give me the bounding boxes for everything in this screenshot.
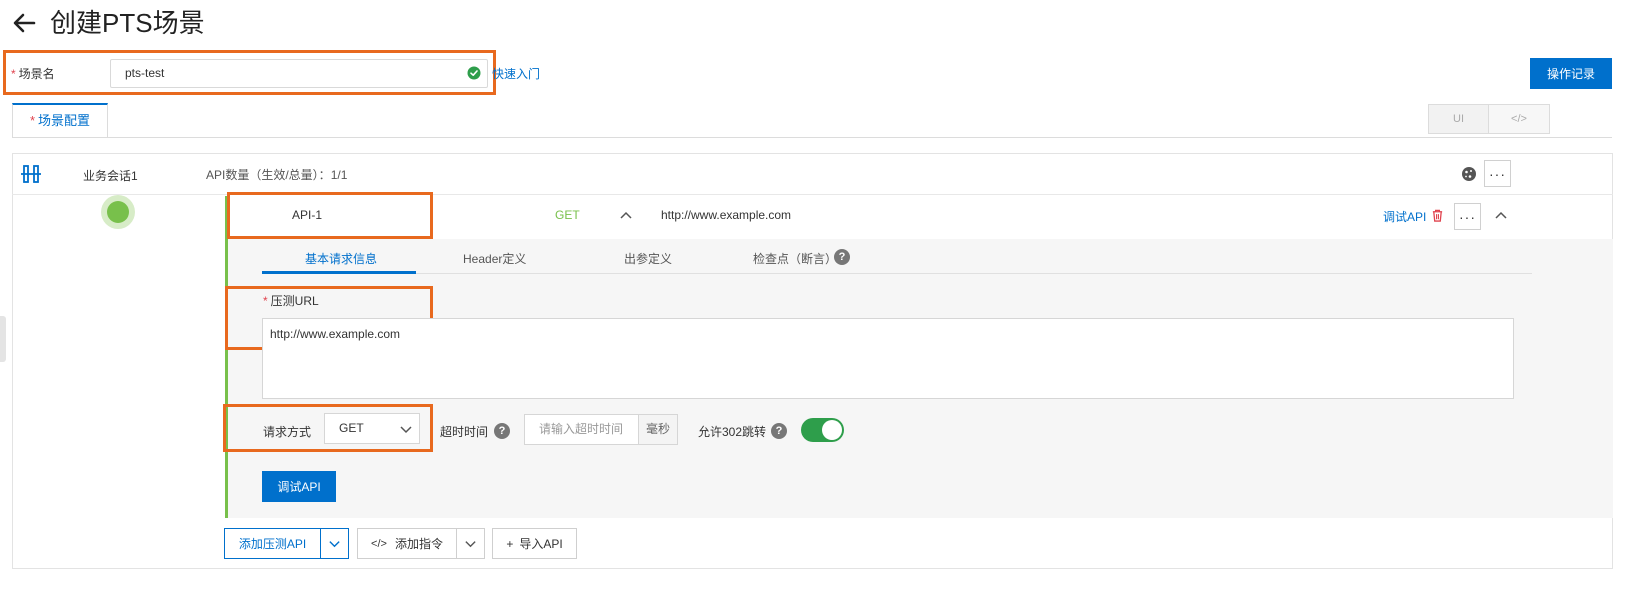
add-api-button[interactable]: 添加压测API	[224, 528, 321, 559]
add-api-dropdown[interactable]	[320, 528, 349, 559]
api-url-display: http://www.example.com	[661, 208, 792, 222]
import-api-button[interactable]: + 导入API	[492, 528, 577, 559]
cookie-icon[interactable]	[1461, 166, 1477, 182]
status-dot-inner	[107, 201, 129, 223]
add-command-button[interactable]: </> 添加指令	[357, 528, 457, 559]
chevron-down-icon	[465, 541, 476, 548]
api-name[interactable]: API-1	[292, 208, 322, 222]
timeout-label: 超时时间	[440, 425, 489, 439]
subtab-divider	[262, 273, 1532, 274]
back-arrow-icon[interactable]	[10, 8, 40, 38]
plus-icon: +	[506, 536, 514, 551]
toggle-knob	[822, 420, 842, 440]
session-more-button[interactable]: ···	[1484, 160, 1511, 187]
debug-api-link[interactable]: 调试API	[1383, 208, 1426, 225]
mode-code-button[interactable]: </>	[1488, 104, 1550, 134]
url-textarea[interactable]: http://www.example.com	[262, 318, 1514, 399]
chevron-down-icon[interactable]	[399, 422, 413, 436]
subtab-active-indicator	[262, 271, 416, 274]
subtab-basic[interactable]: 基本请求信息	[305, 250, 377, 267]
api-method-badge: GET	[555, 208, 580, 222]
session-flow-icon[interactable]	[21, 164, 41, 184]
timeout-unit: 毫秒	[638, 414, 678, 445]
subtab-output[interactable]: 出参定义	[624, 250, 672, 267]
tab-scene-config[interactable]: * 场景配置	[12, 103, 108, 138]
subtab-checkpoint[interactable]: 检查点（断言）	[753, 250, 837, 267]
subtab-header[interactable]: Header定义	[463, 250, 526, 267]
redirect-toggle[interactable]	[801, 418, 844, 442]
quick-start-link[interactable]: 快速入门	[492, 65, 540, 82]
redirect-label: 允许302跳转	[698, 425, 767, 439]
required-mark: *	[11, 67, 16, 81]
help-icon[interactable]: ?	[834, 249, 850, 265]
trash-icon[interactable]	[1431, 209, 1444, 222]
mode-ui-button[interactable]: UI	[1428, 104, 1489, 134]
scene-name-label: * 场景名	[11, 67, 55, 81]
debug-api-button[interactable]: 调试API	[262, 471, 336, 502]
url-label: * 压测URL	[263, 294, 319, 308]
tab-divider	[12, 137, 1612, 138]
chevron-up-icon[interactable]	[619, 208, 633, 222]
chevron-down-icon	[329, 541, 340, 548]
method-label: 请求方式	[263, 425, 312, 439]
code-icon: </>	[371, 537, 387, 550]
collapse-icon[interactable]	[1494, 208, 1508, 222]
api-more-button[interactable]: ···	[1454, 203, 1481, 230]
scene-name-input[interactable]: pts-test	[110, 59, 488, 88]
api-count: API数量（生效/总量）：1/1	[206, 168, 348, 182]
redirect-help-icon[interactable]: ?	[771, 423, 787, 439]
check-circle-icon	[467, 66, 481, 80]
timeout-input[interactable]: 请输入超时时间	[524, 414, 639, 445]
add-command-dropdown[interactable]	[456, 528, 485, 559]
timeout-help-icon[interactable]: ?	[494, 423, 510, 439]
operation-record-button[interactable]: 操作记录	[1530, 58, 1612, 89]
side-collapse-handle[interactable]	[0, 316, 6, 362]
page-title: 创建PTS场景	[50, 8, 205, 38]
session-name[interactable]: 业务会话1	[83, 167, 138, 184]
